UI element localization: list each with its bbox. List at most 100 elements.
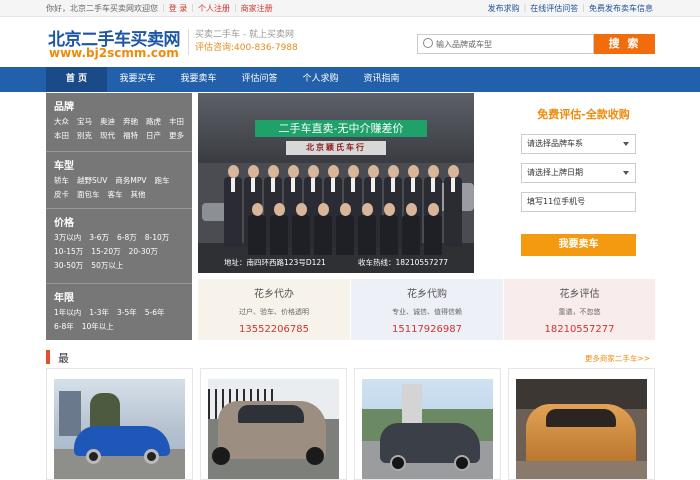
- filter-brand-option[interactable]: 丰田: [169, 116, 184, 128]
- filter-price-option[interactable]: 10-15万: [54, 246, 83, 258]
- filter-price-option[interactable]: 50万以上: [91, 260, 123, 272]
- nav-news[interactable]: 资讯指南: [351, 67, 412, 92]
- main-nav: 首 页 我要买车 我要卖车 评估问答 个人求购 资讯指南: [0, 67, 700, 92]
- banner-caption: 地址：南四环西路123号D121 收车热线：18210557277: [198, 253, 474, 273]
- filter-type-option[interactable]: 轿车: [54, 175, 69, 187]
- filter-price-option[interactable]: 8-10万: [145, 232, 170, 244]
- filter-type-option[interactable]: 越野SUV: [77, 175, 107, 187]
- search-placeholder: 输入品牌或车型: [436, 40, 492, 49]
- post-wanted-link[interactable]: 发布求购: [488, 3, 520, 14]
- filter-type: 车型 轿车 越野SUV 商务MPV 跑车皮卡 面包车 客车 其他: [46, 151, 192, 206]
- header: 北京二手车买卖网 www.bj2scmm.com 买卖二手车 - 就上买卖网 评…: [0, 17, 700, 67]
- form-title: 免费评估-全款收购: [537, 108, 630, 121]
- car-card-4[interactable]: [508, 368, 655, 480]
- filter-price-option[interactable]: 6-8万: [117, 232, 137, 244]
- service-name: 花乡评估: [559, 289, 600, 300]
- filter-age-title: 年限: [54, 293, 74, 304]
- filter-brand-option[interactable]: 福特: [123, 130, 138, 142]
- filter-type-title: 车型: [54, 161, 74, 172]
- filter-age-option[interactable]: 3-5年: [117, 307, 137, 319]
- filter-age: 年限 1年以内 1-3年 3-5年 5-6年 6-8年 10年以上: [46, 283, 192, 338]
- search-bar: 输入品牌或车型 搜 索: [417, 34, 655, 54]
- free-post-sell-link[interactable]: 免费发布卖车信息: [589, 3, 653, 14]
- search-input[interactable]: 输入品牌或车型: [417, 34, 594, 54]
- filter-brand-option[interactable]: 本田: [54, 130, 69, 142]
- service-desc: 过户、验车、价格透明: [239, 308, 309, 316]
- filter-type-option[interactable]: 商务MPV: [115, 175, 146, 187]
- filter-price-option[interactable]: 30-50万: [54, 260, 83, 272]
- filter-type-option[interactable]: 其他: [131, 189, 146, 201]
- service-phone: 18210557277: [544, 324, 615, 335]
- date-select[interactable]: 请选择上牌日期: [521, 163, 636, 183]
- chevron-down-icon: [623, 142, 629, 146]
- filter-age-option[interactable]: 1年以内: [54, 307, 81, 319]
- filter-brand-option[interactable]: 大众: [54, 116, 69, 128]
- service-phone: 15117926987: [392, 324, 462, 335]
- filter-age-option[interactable]: 10年以上: [82, 321, 114, 333]
- filter-type-option[interactable]: 跑车: [155, 175, 170, 187]
- phone-placeholder: 填写11位手机号: [527, 197, 586, 206]
- online-appraisal-link[interactable]: 在线评估问答: [530, 3, 578, 14]
- filter-price: 价格 3万以内 3-6万 6-8万 8-10万 10-15万 15-20万 20-30万 30…: [46, 208, 192, 277]
- filter-brand-option[interactable]: 宝马: [77, 116, 92, 128]
- nav-buy[interactable]: 我要买车: [107, 67, 168, 92]
- site-url: www.bj2scmm.com: [49, 46, 179, 60]
- nav-home[interactable]: 首 页: [46, 67, 107, 92]
- search-button[interactable]: 搜 索: [594, 34, 655, 54]
- filter-sidebar: 品牌 大众 宝马 奥迪 奔驰 路虎 丰田本田 别克 现代 福特 日产 更多 车型 轿车 越野SUV 商务…: [46, 93, 192, 340]
- filter-brand-option[interactable]: 日产: [146, 130, 161, 142]
- slogan: 买卖二手车 - 就上买卖网 评估咨询:400-836-7988: [188, 29, 308, 55]
- filter-brand-title: 品牌: [54, 102, 74, 113]
- filter-price-option[interactable]: 20-30万: [129, 246, 158, 258]
- filter-brand-option[interactable]: 奔驰: [123, 116, 138, 128]
- filter-age-option[interactable]: 1-3年: [89, 307, 109, 319]
- filter-brand-option[interactable]: 更多: [169, 130, 184, 142]
- hero-banner[interactable]: 北京颖氏车行 二手车直卖-无中介赚差价 地址：南四环西路123号D121 收车热…: [198, 93, 474, 273]
- welcome-text: 你好，北京二手车买卖网欢迎您: [46, 4, 158, 13]
- filter-brand-option[interactable]: 别克: [77, 130, 92, 142]
- service-box-2[interactable]: 花乡代购 专业、诚信、值得信赖 15117926987: [351, 279, 503, 340]
- search-icon: [423, 38, 433, 48]
- service-phone: 13552206785: [239, 324, 309, 335]
- service-box-3[interactable]: 花乡评估靠谱，不忽悠 18210557277: [504, 279, 655, 340]
- sell-car-button[interactable]: 我要卖车: [521, 234, 636, 256]
- car-card-2[interactable]: [200, 368, 347, 480]
- car-card-3[interactable]: [354, 368, 501, 480]
- filter-price-option[interactable]: 15-20万: [91, 246, 120, 258]
- hotline-text: 评估咨询:400-836-7988: [195, 43, 298, 53]
- latest-cars-grid: [46, 368, 655, 480]
- filter-type-option[interactable]: 面包车: [77, 189, 100, 201]
- phone-input[interactable]: 填写11位手机号: [521, 192, 636, 212]
- more-dealer-cars-link[interactable]: 更多商家二手车>>: [585, 353, 650, 364]
- filter-brand: 品牌 大众 宝马 奥迪 奔驰 路虎 丰田本田 别克 现代 福特 日产 更多: [46, 93, 192, 147]
- nav-wanted[interactable]: 个人求购: [290, 67, 351, 92]
- dealer-register-link[interactable]: 商家注册: [241, 3, 273, 14]
- valuation-form: 免费评估-全款收购 请选择品牌车系 请选择上牌日期 填写11位手机号 我要卖车: [512, 93, 655, 273]
- brand-select[interactable]: 请选择品牌车系: [521, 134, 636, 154]
- banner-headline: 二手车直卖-无中介赚差价: [255, 120, 427, 137]
- filter-brand-option[interactable]: 奥迪: [100, 116, 115, 128]
- filter-age-option[interactable]: 6-8年: [54, 321, 74, 333]
- date-select-value: 请选择上牌日期: [527, 168, 583, 177]
- banner-sign: 北京颖氏车行: [286, 141, 386, 155]
- login-link[interactable]: 登 录: [169, 3, 188, 14]
- nav-appraisal-qa[interactable]: 评估问答: [229, 67, 290, 92]
- brand-select-value: 请选择品牌车系: [527, 139, 583, 148]
- banner-phone: 收车热线：18210557277: [358, 258, 448, 267]
- service-name: 花乡代购: [407, 289, 447, 300]
- filter-brand-option[interactable]: 路虎: [146, 116, 161, 128]
- nav-sell[interactable]: 我要卖车: [168, 67, 229, 92]
- service-box-1[interactable]: 花乡代办过户、验车、价格透明 13552206785: [198, 279, 350, 340]
- banner-address: 地址：南四环西路123号D121: [224, 258, 326, 267]
- filter-type-option[interactable]: 客车: [108, 189, 123, 201]
- filter-price-option[interactable]: 3万以内: [54, 232, 81, 244]
- service-name: 花乡代办: [254, 289, 294, 300]
- car-card-1[interactable]: [46, 368, 193, 480]
- filter-age-option[interactable]: 5-6年: [145, 307, 165, 319]
- filter-brand-option[interactable]: 现代: [100, 130, 115, 142]
- filter-price-option[interactable]: 3-6万: [89, 232, 109, 244]
- filter-type-option[interactable]: 皮卡: [54, 189, 69, 201]
- register-link[interactable]: 个人注册: [198, 3, 230, 14]
- service-desc: 靠谱，不忽悠: [558, 308, 601, 316]
- chevron-down-icon: [623, 171, 629, 175]
